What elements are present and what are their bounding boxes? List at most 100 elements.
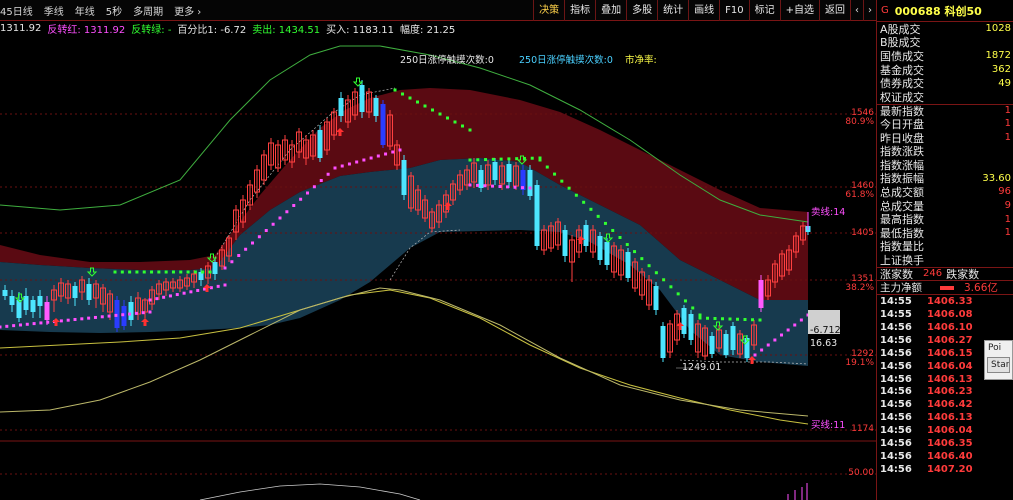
trailing-stop-dot (560, 179, 564, 183)
trailing-stop-dot (208, 270, 212, 274)
trailing-stop-dot (498, 185, 502, 188)
candle-body (380, 104, 386, 145)
trailing-stop-dot (155, 297, 159, 301)
candle-body (30, 300, 36, 312)
trailing-stop-dot (786, 328, 790, 332)
tick-row: 14:56 1406.40 (880, 450, 973, 462)
trailing-stop-dot (121, 313, 125, 317)
trailing-stop-dot (713, 317, 717, 320)
trailing-stop-dot (216, 284, 220, 288)
trailing-stop-dot (326, 172, 330, 176)
trailing-stop-dot (773, 338, 777, 342)
tick-list[interactable]: 14:55 1406.33 14:55 1406.08 14:56 1406.10 14:5… (877, 295, 1013, 475)
trailing-stop-dot (698, 316, 702, 320)
trailing-stop-dot (107, 314, 111, 318)
trailing-stop-dot (179, 270, 183, 274)
trailing-stop-dot (698, 313, 702, 317)
trailing-stop-dot (468, 128, 472, 132)
trailing-stop-dot (142, 270, 146, 274)
trailing-stop-dot (93, 315, 97, 319)
trailing-stop-dot (39, 321, 43, 325)
trailing-stop-dot (148, 298, 152, 302)
stat-row: 今日开盘 1 (880, 117, 1011, 131)
trailing-stop-dot (743, 318, 747, 321)
tick-row: 14:56 1406.13 (880, 412, 973, 424)
stat-row: 国债成交 1872 (880, 49, 1011, 63)
pb-ratio-label: 市净率: (625, 55, 657, 66)
trailing-stop-dot (574, 193, 578, 197)
candle-body (660, 326, 666, 358)
trailing-stop-dot (362, 158, 366, 162)
sub-scale-label: 50.00 (848, 468, 874, 478)
stat-row: 最高指数 1 (880, 213, 1011, 226)
trailing-stop-dot (141, 311, 145, 315)
limit-touch-count-1: 250日涨停触摸次数:0 (400, 55, 494, 66)
start-button[interactable]: Start (987, 357, 1010, 373)
price-label-1405: 1405 (851, 228, 874, 238)
trailing-stop-dot (32, 322, 36, 326)
candle-body (16, 300, 22, 318)
trailing-stop-dot (506, 185, 509, 189)
candle-body (317, 130, 323, 158)
trailing-stop-dot (528, 186, 532, 190)
trailing-stop-dot (148, 310, 152, 314)
candle-body (359, 85, 365, 112)
trailing-stop-dot (285, 210, 289, 214)
trailing-stop-dot (753, 353, 757, 357)
trailing-stop-dot (721, 317, 724, 321)
floating-popup[interactable]: Poi Start (984, 340, 1013, 380)
trailing-stop-dot (171, 270, 175, 274)
candle-body (653, 286, 659, 310)
trailing-stop-dot (393, 88, 397, 92)
stat-row: 指数量比 (880, 240, 924, 254)
sell-arrow-icon (352, 77, 364, 87)
trailing-stop-dot (438, 112, 442, 116)
trailing-stop-dot (611, 228, 615, 232)
trailing-stop-dot (640, 257, 644, 261)
candle-body (401, 160, 407, 195)
trailing-stop-dot (618, 236, 622, 239)
index-code-name: 000688 科创50 (894, 4, 982, 18)
trailing-stop-dot (662, 278, 666, 282)
candle-body (527, 170, 533, 196)
trailing-stop-dot (530, 156, 534, 160)
trailing-stop-dot (391, 150, 395, 154)
trailing-stop-dot (87, 316, 91, 320)
trailing-stop-dot (201, 270, 205, 274)
trailing-stop-dot (340, 164, 344, 168)
trailing-stop-dot (461, 124, 464, 128)
tick-row: 14:56 1406.23 (880, 386, 973, 398)
stat-row: 权证成交 (880, 90, 924, 104)
trailing-stop-dot (483, 184, 487, 188)
trailing-stop-dot (168, 294, 172, 298)
trailing-stop-dot (376, 154, 380, 158)
trailing-stop-dot (431, 108, 434, 112)
stat-row: 昨日收盘 1 (880, 131, 1011, 145)
trailing-stop-dot (567, 186, 571, 190)
fib-label-61: 61.8% (845, 190, 874, 200)
stat-row: 总成交量 9 (880, 199, 1011, 213)
stat-row: 总成交额 96 (880, 185, 1011, 199)
trailing-stop-dot (175, 293, 179, 297)
market-info-panel: G 000688 科创50 A股成交 1028 B股成交 国债成交 1872 基金成交 36… (876, 0, 1013, 500)
candle-body (597, 236, 603, 260)
trailing-stop-dot (113, 270, 117, 274)
trailing-stop-dot (66, 318, 70, 322)
trailing-stop-dot (0, 325, 2, 329)
trailing-stop-dot (186, 270, 190, 274)
candlestick-chart[interactable] (0, 0, 876, 500)
candle-body (506, 164, 512, 182)
trailing-stop-dot (416, 100, 419, 104)
trailing-stop-dot (476, 183, 479, 187)
trailing-stop-dot (306, 191, 309, 195)
trailing-stop-dot (73, 318, 77, 321)
candle-body (492, 162, 498, 180)
trailing-stop-dot (128, 312, 132, 316)
trailing-stop-dot (398, 148, 402, 152)
trailing-stop-dot (760, 348, 764, 352)
trailing-stop-dot (647, 264, 651, 268)
candle-body (709, 336, 715, 354)
stat-row: B股成交 (880, 36, 921, 50)
candle-body (9, 296, 15, 305)
trailing-stop-dot (633, 250, 637, 254)
